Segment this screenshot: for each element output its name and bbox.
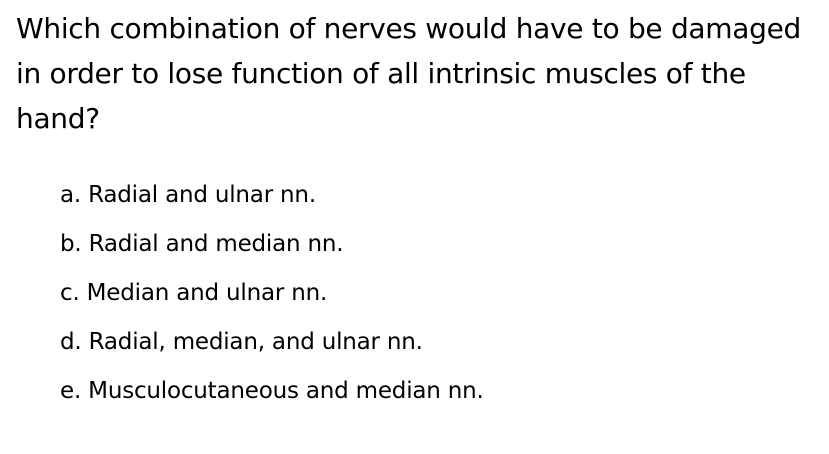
- answer-option-e: e. Musculocutaneous and median nn.: [60, 378, 484, 404]
- answer-options-list: a. Radial and ulnar nn. b. Radial and me…: [60, 171, 484, 416]
- answer-option-b: b. Radial and median nn.: [60, 231, 344, 257]
- answer-option-d: d. Radial, median, and ulnar nn.: [60, 329, 423, 355]
- question-text: Which combination of nerves would have t…: [16, 12, 801, 135]
- slide: Which combination of nerves would have t…: [0, 0, 829, 454]
- answer-option-a: a. Radial and ulnar nn.: [60, 182, 316, 208]
- answer-option-c: c. Median and ulnar nn.: [60, 280, 328, 306]
